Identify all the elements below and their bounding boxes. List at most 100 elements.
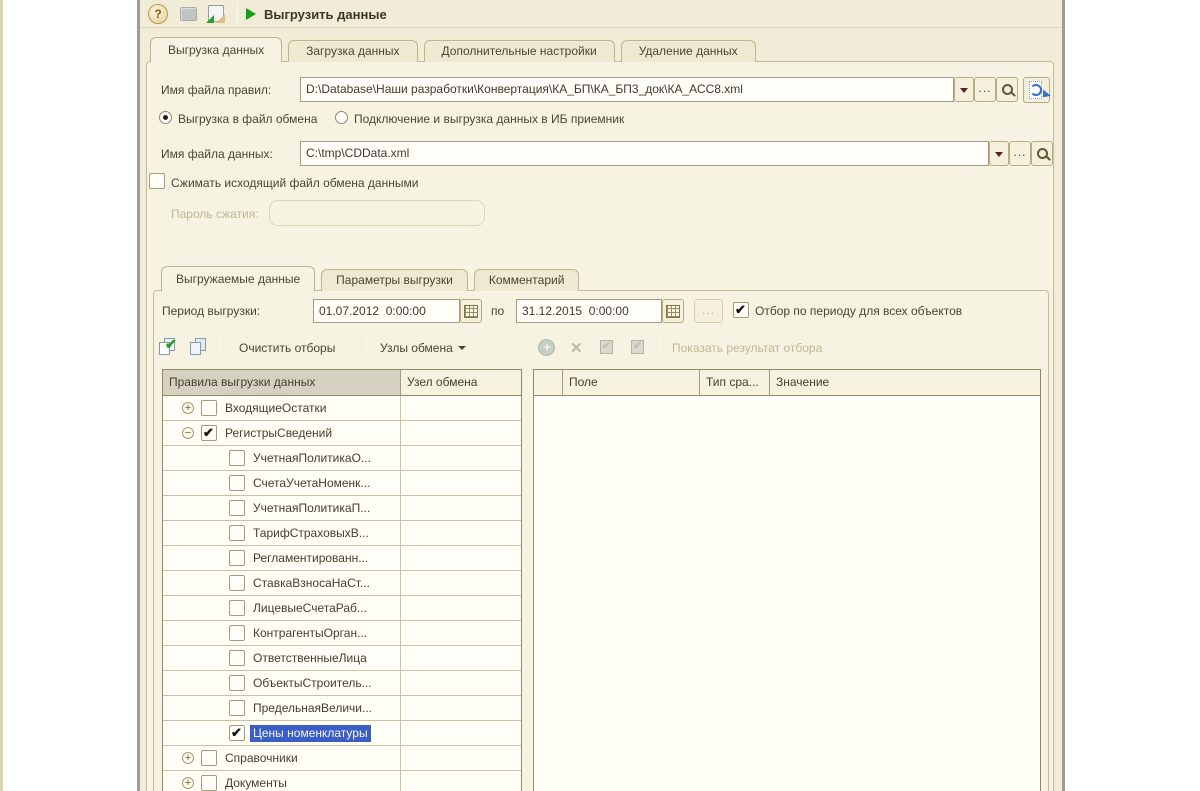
rule-checkbox[interactable] [229, 600, 245, 616]
rule-label[interactable]: КонтрагентыОрган... [250, 625, 370, 642]
column-divider[interactable] [400, 370, 401, 396]
rule-label[interactable]: Справочники [222, 750, 301, 767]
uncheck-all-icon[interactable] [190, 338, 210, 356]
rule-checkbox[interactable] [201, 775, 217, 791]
rule-checkbox[interactable] [229, 450, 245, 466]
tree-row[interactable]: − РегистрыСведений [163, 421, 521, 446]
rule-label[interactable]: ПредельнаяВеличи... [250, 700, 375, 717]
tree-row[interactable]: + Документы [163, 771, 521, 791]
column-header-rules[interactable]: Правила выгрузки данных [163, 370, 400, 395]
rule-label[interactable]: УчетнаяПолитикаО... [250, 450, 374, 467]
rule-label[interactable]: РегистрыСведений [222, 425, 335, 442]
rule-checkbox[interactable] [201, 750, 217, 766]
radio-export-to-file[interactable] [159, 111, 172, 124]
column-header-node[interactable]: Узел обмена [401, 370, 521, 395]
rule-checkbox[interactable] [229, 475, 245, 491]
radio-connect-to-ib[interactable] [335, 111, 348, 124]
password-input[interactable] [269, 200, 485, 226]
tree-row[interactable]: ПредельнаяВеличи... [163, 696, 521, 721]
export-data-button[interactable]: Выгрузить данные [246, 3, 387, 25]
collapse-icon[interactable]: − [182, 427, 194, 439]
exchange-nodes-button[interactable]: Узлы обмена [380, 341, 466, 355]
expand-icon[interactable]: + [182, 777, 194, 789]
period-to-input[interactable]: 31.12.2015 0:00:00 [516, 299, 662, 323]
column-header-marker[interactable] [534, 370, 562, 395]
tree-row[interactable]: ОтветственныеЛица [163, 646, 521, 671]
rule-label[interactable]: Документы [222, 775, 290, 791]
show-filter-result-button[interactable]: Показать результат отбора [672, 341, 822, 355]
save-settings-icon[interactable] [180, 7, 197, 21]
rules-file-dropdown-button[interactable] [954, 77, 974, 102]
rule-checkbox[interactable] [229, 525, 245, 541]
rule-checkbox[interactable] [201, 425, 217, 441]
tree-row[interactable]: УчетнаяПолитикаО... [163, 446, 521, 471]
tree-row[interactable]: Цены номенклатуры [163, 721, 521, 746]
add-filter-icon-disabled[interactable] [538, 339, 555, 356]
rule-label[interactable]: СтавкаВзносаНаСт... [250, 575, 373, 592]
rule-label[interactable]: СчетаУчетаНоменк... [250, 475, 373, 492]
rule-checkbox[interactable] [229, 650, 245, 666]
filter-settings-icon-disabled[interactable] [600, 339, 613, 354]
tree-row[interactable]: КонтрагентыОрган... [163, 621, 521, 646]
tree-row[interactable]: Регламентированн... [163, 546, 521, 571]
period-more-button[interactable]: ... [694, 299, 723, 323]
data-file-open-button[interactable] [1031, 141, 1053, 166]
compress-checkbox[interactable] [149, 173, 165, 189]
period-to-calendar-button[interactable] [662, 299, 684, 323]
data-file-browse-button[interactable]: ... [1009, 141, 1031, 166]
expand-icon[interactable]: + [182, 402, 194, 414]
tree-row[interactable]: СчетаУчетаНоменк... [163, 471, 521, 496]
period-from-input[interactable]: 01.07.2012 0:00:00 [313, 299, 460, 323]
period-from-calendar-button[interactable] [460, 299, 482, 323]
tree-row[interactable]: СтавкаВзносаНаСт... [163, 571, 521, 596]
check-all-icon[interactable]: ✔ [159, 336, 179, 356]
data-file-dropdown-button[interactable] [989, 141, 1009, 166]
tree-row[interactable]: + Справочники [163, 746, 521, 771]
calendar-icon [666, 305, 680, 318]
rule-label[interactable]: Цены номенклатуры [250, 725, 371, 742]
tree-row[interactable]: + ВходящиеОстатки [163, 396, 521, 421]
column-header-comparison[interactable]: Тип сра... [700, 370, 769, 395]
data-tab-1[interactable]: Выгружаемые данные [161, 266, 316, 291]
reload-rules-button[interactable] [1023, 77, 1051, 103]
delete-filter-icon-disabled[interactable]: ✕ [570, 339, 583, 357]
tree-row[interactable]: ЛицевыеСчетаРаб... [163, 596, 521, 621]
main-tab-2[interactable]: Загрузка данных [288, 40, 418, 62]
rule-checkbox[interactable] [229, 575, 245, 591]
rule-label[interactable]: ЛицевыеСчетаРаб... [250, 600, 370, 617]
rule-checkbox[interactable] [229, 625, 245, 641]
tree-row[interactable]: УчетнаяПолитикаП... [163, 496, 521, 521]
rule-label[interactable]: ОбъектыСтроитель... [250, 675, 375, 692]
tree-row[interactable]: ТарифСтраховыхВ... [163, 521, 521, 546]
expand-icon[interactable]: + [182, 752, 194, 764]
tree-row[interactable]: ОбъектыСтроитель... [163, 671, 521, 696]
rule-label[interactable]: ТарифСтраховыхВ... [250, 525, 372, 542]
rules-file-open-button[interactable] [996, 77, 1018, 102]
rule-label[interactable]: Регламентированн... [250, 550, 371, 567]
main-tab-4[interactable]: Удаление данных [620, 40, 756, 62]
column-header-value[interactable]: Значение [770, 370, 1040, 395]
period-between-label: по [491, 304, 505, 318]
rule-checkbox[interactable] [229, 700, 245, 716]
period-filter-checkbox[interactable] [733, 302, 749, 318]
rules-file-browse-button[interactable]: ... [974, 77, 996, 102]
data-tab-3[interactable]: Комментарий [473, 269, 580, 291]
rule-checkbox[interactable] [229, 500, 245, 516]
rule-label[interactable]: ОтветственныеЛица [250, 650, 370, 667]
column-header-field[interactable]: Поле [563, 370, 699, 395]
rule-checkbox[interactable] [201, 400, 217, 416]
data-file-input[interactable]: C:\tmp\CDData.xml [300, 141, 989, 166]
filter-copy-icon-disabled[interactable] [631, 339, 644, 354]
rule-label[interactable]: УчетнаяПолитикаП... [250, 500, 373, 517]
main-tab-3[interactable]: Дополнительные настройки [423, 40, 615, 62]
rule-checkbox[interactable] [229, 550, 245, 566]
main-tab-1[interactable]: Выгрузка данных [150, 37, 283, 62]
rules-file-input[interactable]: D:\Database\Наши разработки\Конвертация\… [300, 77, 954, 102]
restore-settings-icon[interactable] [206, 5, 225, 23]
clear-filters-button[interactable]: Очистить отборы [239, 341, 335, 355]
rule-label[interactable]: ВходящиеОстатки [222, 400, 329, 417]
data-tab-2[interactable]: Параметры выгрузки [321, 269, 468, 291]
help-button[interactable]: ? [148, 4, 168, 24]
rule-checkbox[interactable] [229, 725, 245, 741]
rule-checkbox[interactable] [229, 675, 245, 691]
